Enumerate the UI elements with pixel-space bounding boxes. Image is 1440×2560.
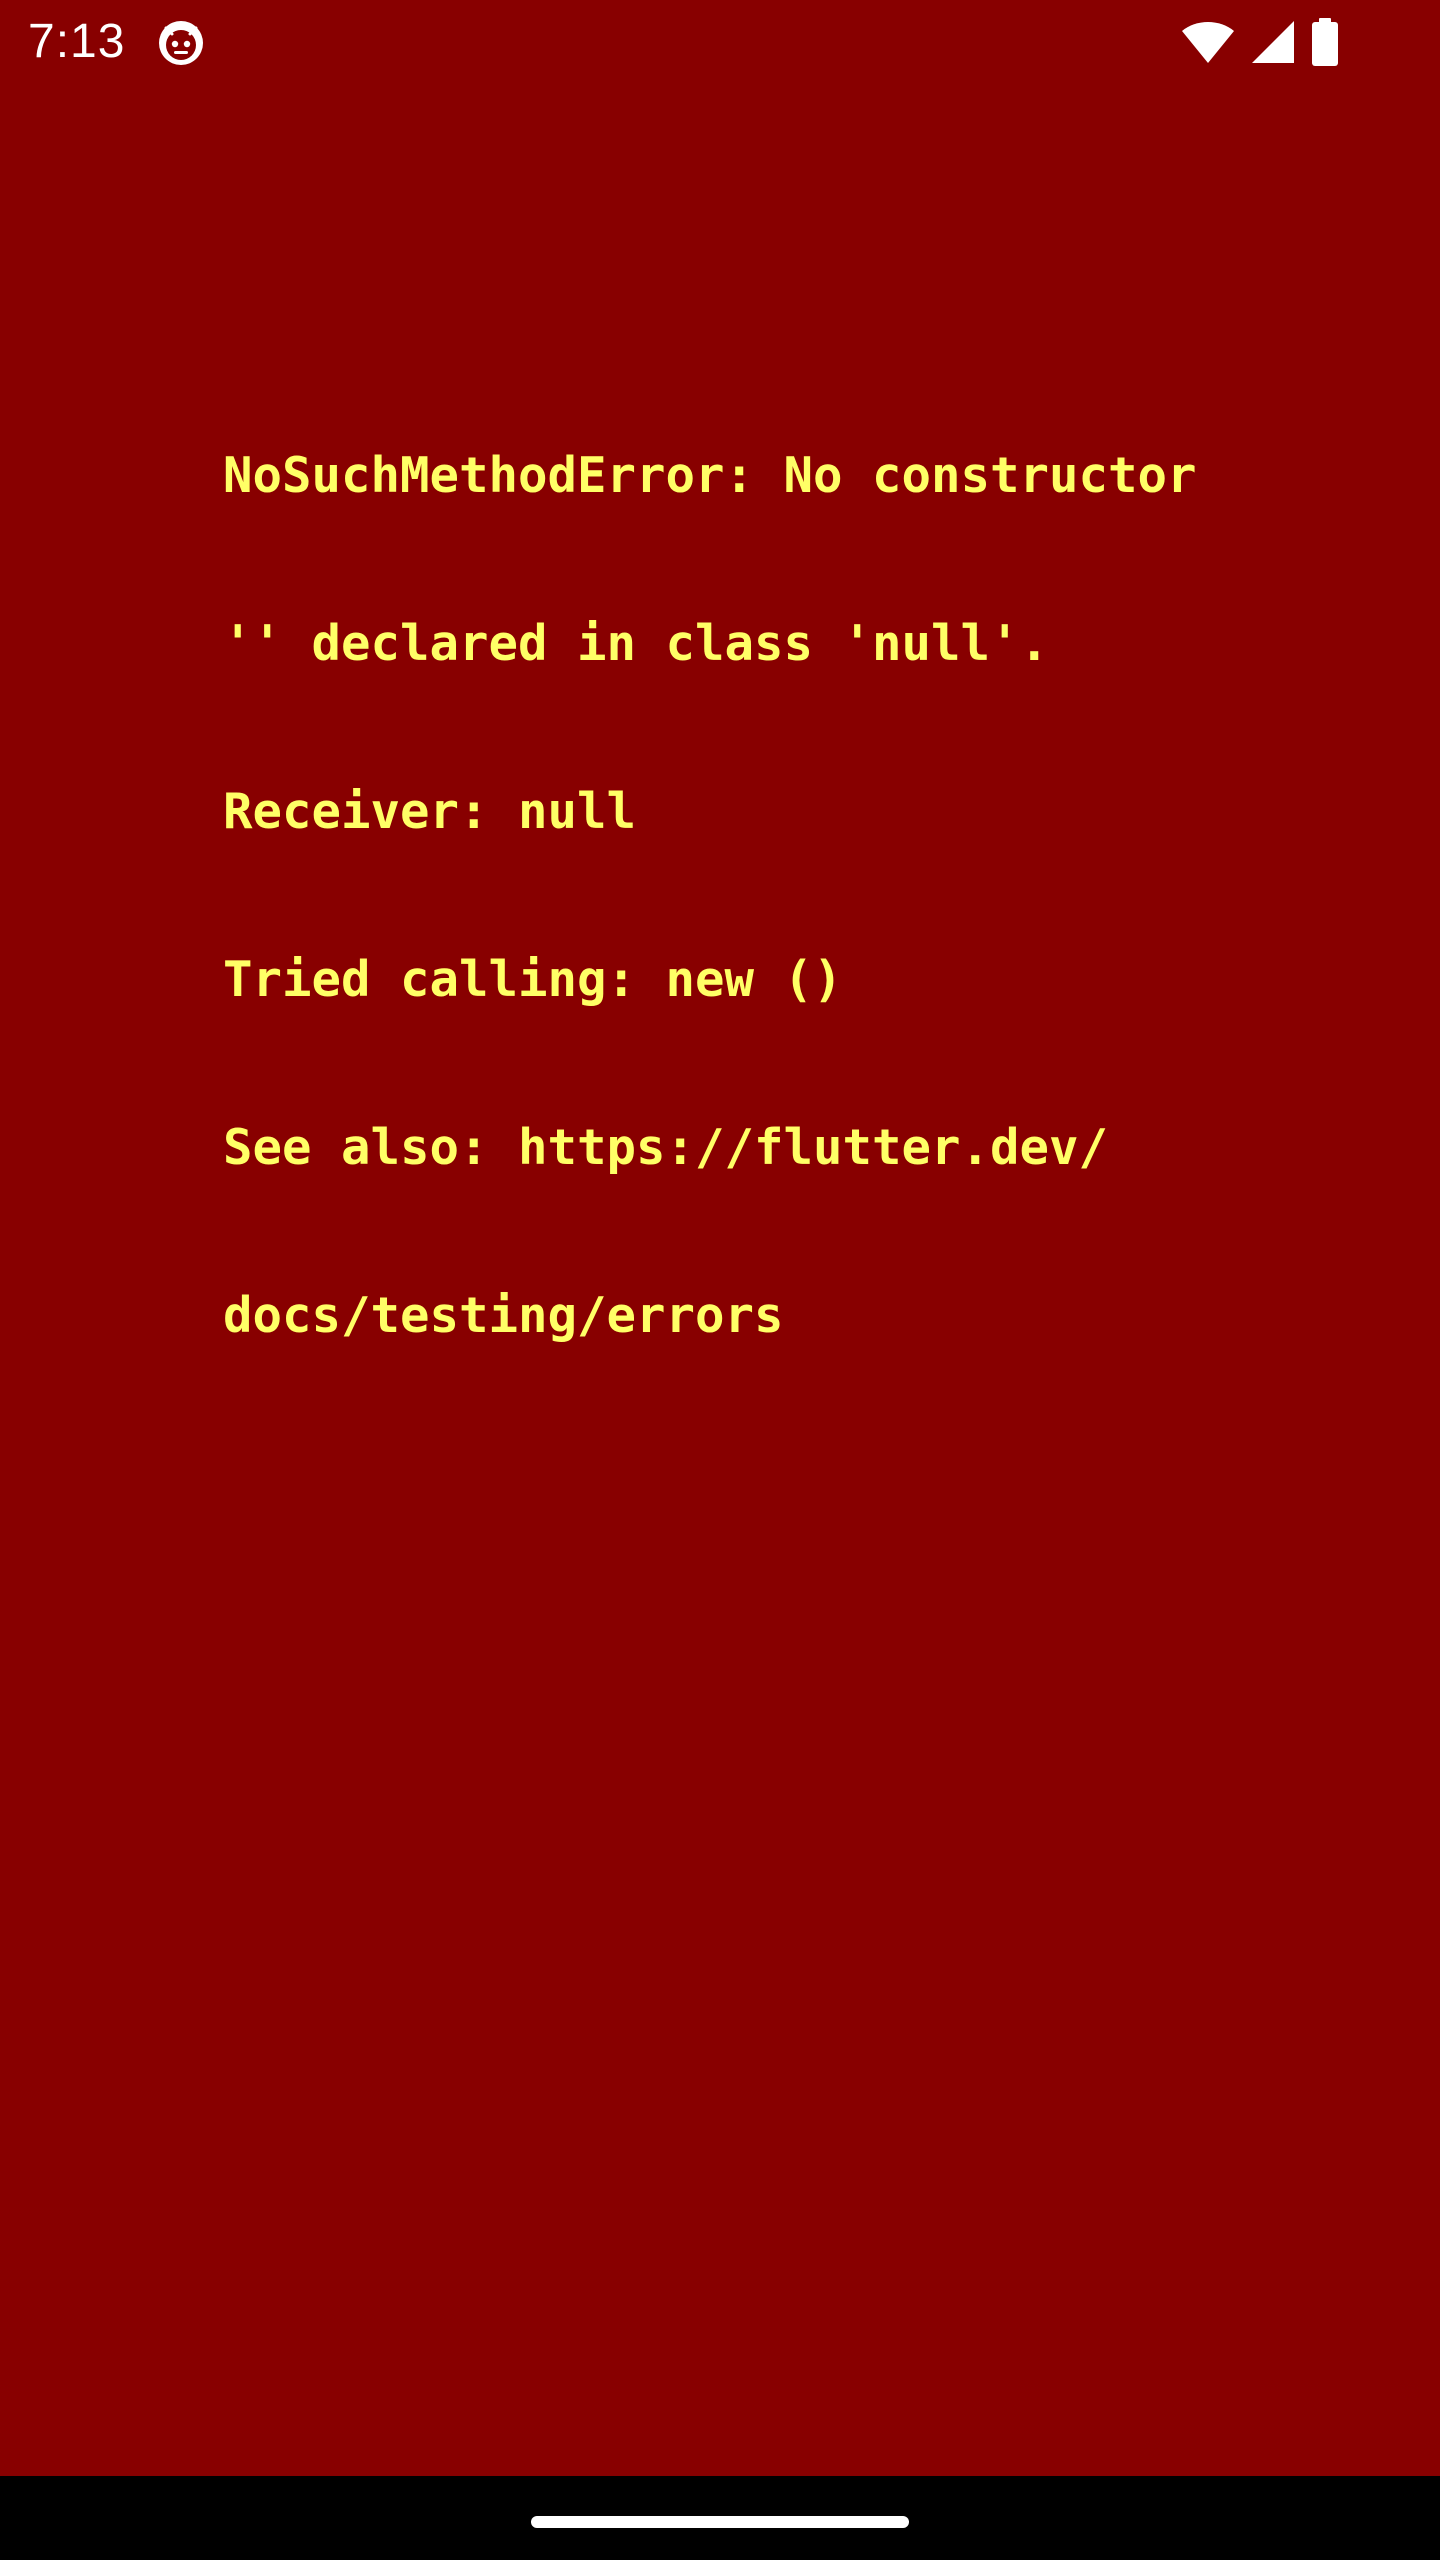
error-message: NoSuchMethodError: No constructor '' dec… bbox=[223, 336, 1223, 1456]
status-time: 7:13 bbox=[28, 15, 126, 68]
error-line: NoSuchMethodError: No constructor bbox=[223, 447, 1197, 504]
error-line: Receiver: null bbox=[223, 783, 637, 840]
cellular-signal-icon bbox=[1252, 21, 1294, 63]
home-gesture-handle[interactable] bbox=[531, 2516, 909, 2528]
status-bar: 7:13 bbox=[0, 0, 1440, 84]
battery-icon bbox=[1312, 18, 1338, 66]
wifi-icon bbox=[1182, 22, 1234, 63]
navigation-bar bbox=[0, 2476, 1440, 2560]
robot-face-icon bbox=[159, 21, 203, 65]
error-line: '' declared in class 'null'. bbox=[223, 615, 1050, 672]
system-icons bbox=[1180, 18, 1340, 66]
error-screen: 7:13 NoSuchMethodError: No constructor '… bbox=[0, 0, 1440, 2560]
error-line: docs/testing/errors bbox=[223, 1287, 784, 1344]
error-line: Tried calling: new () bbox=[223, 951, 843, 1008]
error-line: See also: https://flutter.dev/ bbox=[223, 1119, 1109, 1176]
